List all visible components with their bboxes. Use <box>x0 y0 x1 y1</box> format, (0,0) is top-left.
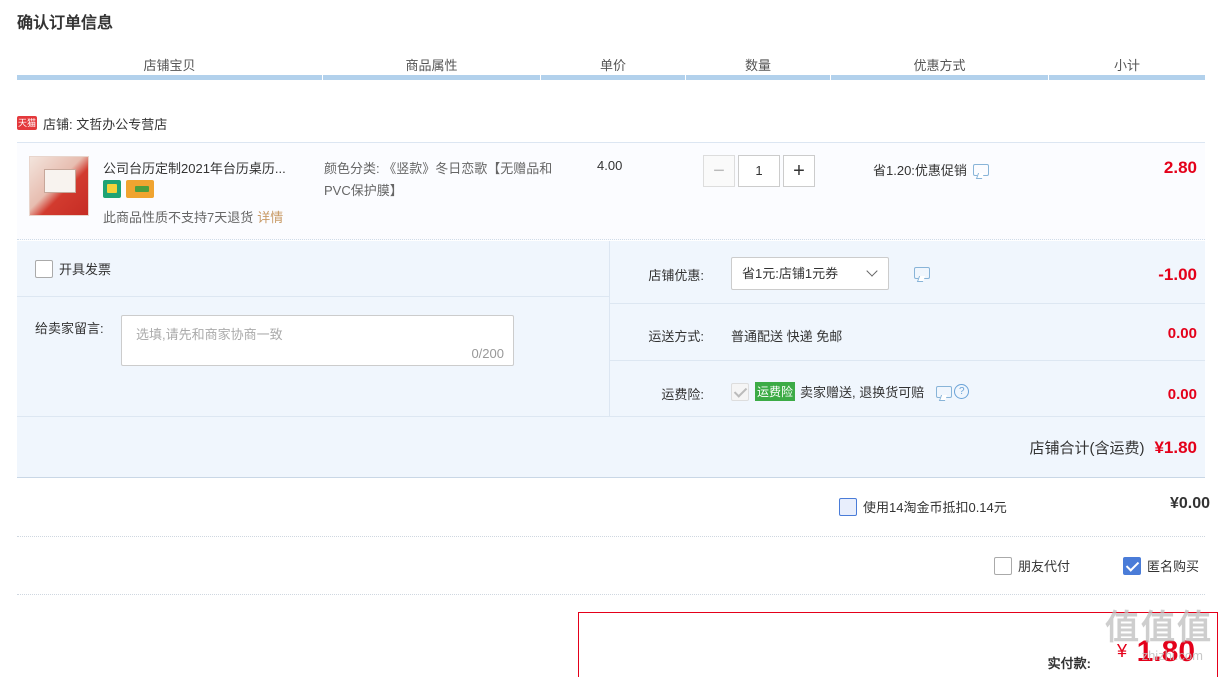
shop-total-value: ¥1.80 <box>1154 438 1197 457</box>
help-icon[interactable]: ? <box>954 384 970 399</box>
shop-coupon-amount: -1.00 <box>1158 265 1197 284</box>
shipping-label: 运送方式: <box>648 329 704 344</box>
tmall-icon: 天猫 <box>17 116 37 130</box>
promo-info: 省1.20:优惠促销 <box>873 160 989 179</box>
detail-link[interactable]: 详情 <box>257 210 283 225</box>
no-return-notice: 此商品性质不支持7天退货 详情 <box>103 207 283 226</box>
service-badge-icon[interactable] <box>103 180 121 198</box>
insurance-tag: 运费险 <box>755 382 796 401</box>
shop-name[interactable]: 店铺: 文哲办公专营店 <box>43 114 167 133</box>
column-header-attr: 商品属性 <box>405 58 458 73</box>
anonymous-label: 匿名购买 <box>1147 559 1200 574</box>
column-header-qty: 数量 <box>744 58 771 73</box>
shipping-amount: 0.00 <box>1167 325 1197 342</box>
panel-divider <box>610 303 1205 304</box>
insurance-option: 运费险 卖家赠送, 退换货可赔 ? <box>731 382 970 401</box>
promo-text: 省1.20:优惠促销 <box>873 163 967 178</box>
panel-divider <box>17 416 1205 417</box>
taobao-coin-amount: ¥0.00 <box>1169 495 1210 512</box>
shop-coupon-value: 省1元:店铺1元券 <box>742 266 839 281</box>
friend-pay-label: 朋友代付 <box>1018 559 1071 574</box>
order-options-panel: 开具发票 给卖家留言: 选填,请先和商家协商一致 0/200 店铺优惠: 省1元… <box>17 241 1205 478</box>
message-icon[interactable] <box>936 385 953 398</box>
page-title: 确认订单信息 <box>17 15 114 32</box>
item-row: 公司台历定制2021年台历桌历... 此商品性质不支持7天退货 详情 颜色分类: … <box>17 142 1205 240</box>
header-underline <box>323 75 540 80</box>
divider <box>17 594 1205 595</box>
panel-divider <box>17 296 609 297</box>
divider <box>17 536 1205 537</box>
column-header-item: 店铺宝贝 <box>143 58 196 73</box>
panel-divider <box>610 360 1205 361</box>
taobao-coin-option[interactable]: 使用14淘金币抵扣0.14元 <box>839 497 1007 516</box>
insurance-label: 运费险: <box>661 387 704 402</box>
item-subtotal: 2.80 <box>1163 158 1197 177</box>
header-underline <box>1049 75 1205 80</box>
shop-row: 天猫 店铺: 文哲办公专营店 <box>17 113 167 133</box>
memo-label: 给卖家留言: <box>35 321 104 336</box>
header-underline <box>541 75 685 80</box>
column-header-price: 单价 <box>599 58 626 73</box>
memo-placeholder: 选填,请先和商家协商一致 <box>136 327 283 342</box>
shop-total-label: 店铺合计(含运费) <box>1029 440 1145 457</box>
invoice-label: 开具发票 <box>59 262 112 277</box>
watermark-url: zhizhi.com <box>1141 648 1203 663</box>
message-icon[interactable] <box>972 163 989 176</box>
taobao-coin-checkbox[interactable] <box>839 497 857 516</box>
memo-char-count: 0/200 <box>471 346 504 361</box>
insurance-checkbox <box>731 382 749 401</box>
product-attribute: 颜色分类: 《竖款》冬日恋歌【无赠品和PVC保护膜】 <box>324 161 553 198</box>
product-title[interactable]: 公司台历定制2021年台历桌历... <box>103 158 315 177</box>
shipping-value: 普通配送 快递 免邮 <box>731 329 843 344</box>
header-underline <box>831 75 1048 80</box>
invoice-option[interactable]: 开具发票 <box>35 259 111 278</box>
anonymous-checkbox[interactable] <box>1123 556 1141 575</box>
card-badge-icon[interactable] <box>126 180 154 198</box>
unit-price: 4.00 <box>597 158 623 173</box>
message-icon[interactable] <box>914 267 930 279</box>
column-header-subtotal: 小计 <box>1113 58 1140 73</box>
product-thumbnail[interactable] <box>29 156 89 216</box>
friend-pay-option[interactable]: 朋友代付 <box>994 556 1070 575</box>
qty-input[interactable]: 1 <box>738 155 780 187</box>
shop-total: 店铺合计(含运费) ¥1.80 <box>1029 437 1197 458</box>
shop-coupon-select[interactable]: 省1元:店铺1元券 <box>731 257 889 290</box>
anonymous-option[interactable]: 匿名购买 <box>1123 556 1199 575</box>
insurance-text: 卖家赠送, 退换货可赔 <box>800 385 925 400</box>
column-header-promo: 优惠方式 <box>913 58 966 73</box>
shop-coupon-label: 店铺优惠: <box>648 268 704 283</box>
no-return-text: 此商品性质不支持7天退货 <box>103 210 254 225</box>
chevron-down-icon <box>866 265 878 277</box>
header-underline <box>686 75 830 80</box>
quantity-stepper: − 1 + <box>703 155 815 187</box>
watermark-logo: 值值值 <box>1105 609 1213 647</box>
taobao-coin-label: 使用14淘金币抵扣0.14元 <box>863 500 1007 515</box>
insurance-amount: 0.00 <box>1167 386 1197 403</box>
qty-minus-button[interactable]: − <box>703 155 735 187</box>
memo-input[interactable]: 选填,请先和商家协商一致 0/200 <box>121 315 514 366</box>
pay-label: 实付款: <box>1047 656 1091 671</box>
friend-pay-checkbox[interactable] <box>994 556 1012 575</box>
qty-plus-button[interactable]: + <box>783 155 815 187</box>
invoice-checkbox[interactable] <box>35 259 53 278</box>
product-badges <box>103 180 154 198</box>
header-underline <box>17 75 322 80</box>
